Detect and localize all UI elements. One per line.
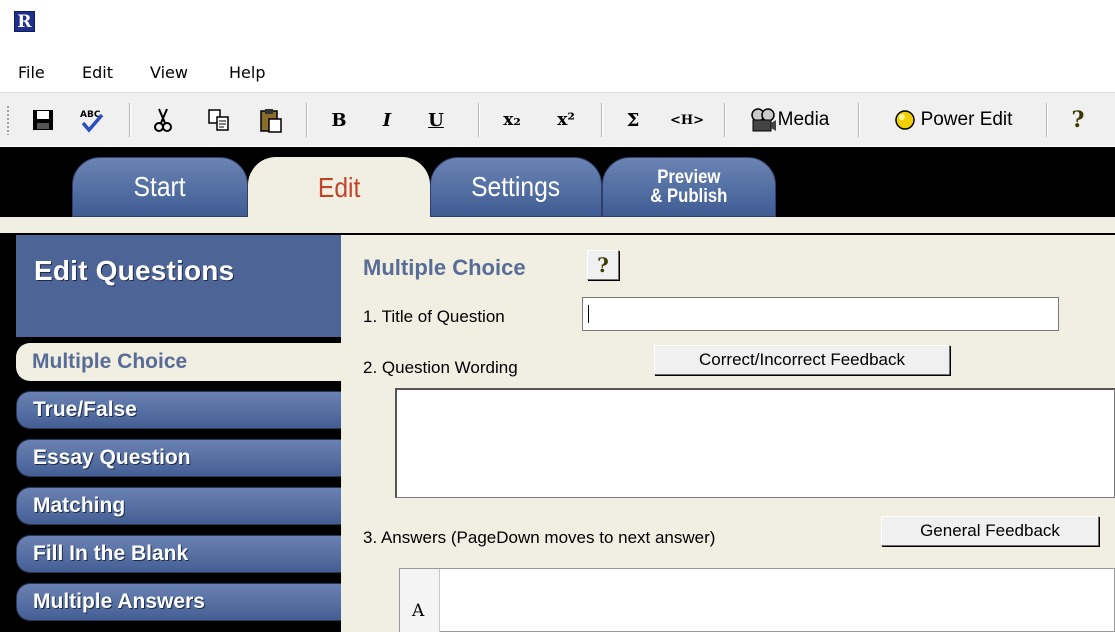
bold-button[interactable]: B — [325, 105, 353, 135]
subscript-button[interactable]: x₂ — [495, 105, 529, 135]
cut-button[interactable] — [148, 105, 178, 135]
tab-start[interactable]: Start — [72, 157, 248, 217]
text-caret — [588, 305, 589, 323]
superscript-button[interactable]: x² — [549, 105, 583, 135]
help-button[interactable]: ? — [1064, 105, 1092, 135]
scissors-icon — [154, 108, 172, 132]
answer-letter: A — [412, 601, 425, 621]
app-logo-icon: R — [14, 11, 35, 32]
tab-preview-label: Preview — [657, 167, 721, 188]
html-button[interactable]: <H> — [664, 105, 710, 135]
question-wording-textarea[interactable] — [395, 388, 1115, 498]
tab-settings[interactable]: Settings — [430, 157, 602, 217]
save-button[interactable] — [28, 105, 58, 135]
answer-letter-column: A — [400, 569, 440, 632]
power-edit-button[interactable]: Power Edit — [876, 105, 1030, 135]
film-camera-icon — [750, 108, 776, 132]
sidebar-title: Edit Questions — [34, 255, 235, 286]
media-label: Media — [777, 109, 830, 130]
paste-icon — [260, 109, 282, 133]
menu-file[interactable]: File — [18, 63, 45, 82]
question-wording-label: 2. Question Wording — [363, 358, 518, 377]
toolbar: ABC B I U x₂ x² Σ <H> Media Power Edit ? — [0, 92, 1115, 146]
spellcheck-icon: ABC — [80, 110, 104, 133]
sidebar-item-true-false[interactable]: True/False — [16, 391, 341, 429]
section-help-button[interactable]: ? — [587, 250, 619, 280]
general-feedback-button[interactable]: General Feedback — [881, 516, 1099, 546]
spellcheck-button[interactable]: ABC — [76, 105, 106, 135]
sidebar: Edit Questions Multiple Choice True/Fals… — [0, 235, 341, 632]
paste-button[interactable] — [256, 105, 286, 135]
tab-preview-publish[interactable]: Preview & Publish — [602, 157, 776, 217]
menu-edit[interactable]: Edit — [82, 63, 113, 82]
section-title: Multiple Choice — [363, 255, 526, 280]
correct-incorrect-feedback-button[interactable]: Correct/Incorrect Feedback — [654, 345, 950, 375]
copy-icon — [208, 109, 229, 131]
tab-strip: Start Edit Settings Preview & Publish — [0, 147, 1115, 219]
title-bar: R — [0, 0, 1115, 50]
sidebar-item-matching[interactable]: Matching — [16, 487, 341, 525]
power-edit-label: Power Edit — [920, 109, 1013, 130]
copy-button[interactable] — [204, 105, 234, 135]
sidebar-item-multiple-choice[interactable]: Multiple Choice — [16, 343, 341, 381]
answer-a-editor[interactable]: A — [399, 568, 1115, 632]
menu-help[interactable]: Help — [229, 63, 265, 82]
tab-band — [0, 217, 1115, 235]
save-icon — [33, 110, 53, 130]
tab-edit[interactable]: Edit — [248, 157, 430, 219]
answers-label: 3. Answers (PageDown moves to next answe… — [363, 528, 716, 547]
toolbar-grip[interactable] — [6, 105, 10, 135]
main-panel: Multiple Choice ? 1. Title of Question 2… — [341, 235, 1115, 632]
italic-button[interactable]: I — [373, 105, 401, 135]
sidebar-item-fill-in-the-blank[interactable]: Fill In the Blank — [16, 535, 341, 573]
menu-bar: File Edit View Help — [0, 56, 1115, 90]
sidebar-header: Edit Questions — [16, 235, 341, 337]
sidebar-item-multiple-answers[interactable]: Multiple Answers — [16, 583, 341, 621]
question-title-label: 1. Title of Question — [363, 307, 505, 326]
sidebar-item-essay-question[interactable]: Essay Question — [16, 439, 341, 477]
symbol-button[interactable]: Σ — [619, 105, 647, 135]
underline-button[interactable]: U — [422, 105, 450, 135]
tab-publish-label: & Publish — [650, 186, 728, 207]
media-button[interactable]: Media — [736, 105, 842, 135]
question-title-input[interactable] — [582, 297, 1059, 331]
yellow-circle-icon — [894, 110, 915, 130]
menu-view[interactable]: View — [150, 63, 188, 82]
